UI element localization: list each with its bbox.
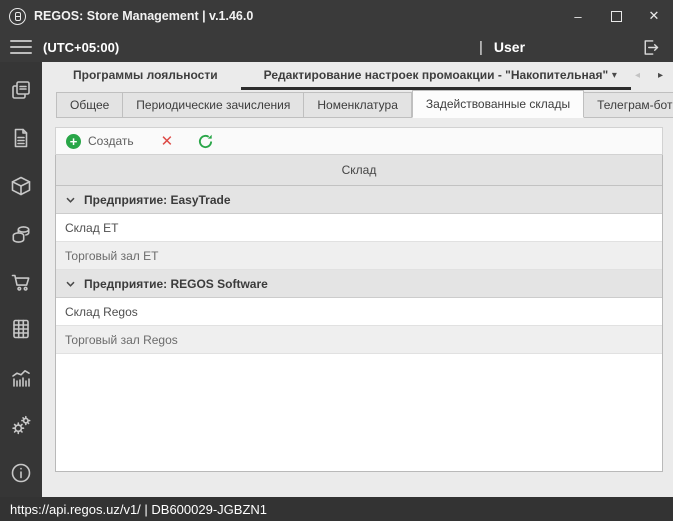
- column-header-sklad[interactable]: Склад: [56, 155, 662, 186]
- sidebar: [0, 62, 42, 497]
- tab-loyalty-programs[interactable]: Программы лояльности: [50, 62, 241, 90]
- chevron-down-icon: [66, 281, 75, 287]
- sidebar-item-loyalty[interactable]: [0, 66, 42, 114]
- grid-empty-area: [56, 354, 662, 471]
- sidebar-item-sales[interactable]: [0, 258, 42, 306]
- app-body: Программы лояльности Редактирование наст…: [0, 62, 673, 497]
- sidebar-item-settings[interactable]: [0, 401, 42, 449]
- document-tabstrip: Программы лояльности Редактирование наст…: [42, 62, 673, 90]
- regos-logo-icon: [9, 7, 26, 25]
- grid-row-sklad-regos[interactable]: Склад Regos: [56, 298, 662, 326]
- document-icon: [14, 128, 28, 148]
- sidebar-item-documents[interactable]: [0, 114, 42, 162]
- settings-icon: [12, 416, 31, 435]
- warehouses-grid: Склад Предприятие: EasyTrade Склад ET То…: [55, 155, 663, 472]
- maximize-button[interactable]: [597, 0, 635, 32]
- grid-row-torg-zal-et[interactable]: Торговый зал ET: [56, 242, 662, 270]
- tab-scroll-prev-icon[interactable]: ◂: [635, 71, 640, 81]
- status-api-url: https://api.regos.uz/v1/ | DB600029-JGBZ…: [10, 501, 268, 517]
- tab-promo-edit[interactable]: Редактирование настроек промоакции - "На…: [240, 62, 632, 90]
- copy-icon: [12, 81, 30, 99]
- refresh-icon: [199, 134, 213, 148]
- create-button-label: Создать: [88, 134, 134, 148]
- timezone-label: (UTC+05:00): [43, 39, 120, 55]
- close-button[interactable]: ✕: [635, 0, 673, 32]
- grid-row-sklad-et[interactable]: Склад ET: [56, 214, 662, 242]
- grid-row-torg-zal-regos[interactable]: Торговый зал Regos: [56, 326, 662, 354]
- minimize-button[interactable]: –: [559, 0, 597, 32]
- chevron-down-icon: [66, 197, 75, 203]
- tab-scroll-next-icon[interactable]: ▸: [658, 71, 663, 81]
- group-row-regos-software[interactable]: Предприятие: REGOS Software: [56, 270, 662, 298]
- sidebar-item-finance[interactable]: [0, 210, 42, 258]
- coins-icon: [12, 225, 30, 243]
- window-controls: – ✕: [559, 0, 673, 32]
- main-area: Программы лояльности Редактирование наст…: [42, 62, 673, 497]
- logout-icon: [644, 39, 659, 55]
- subtab-periodic-accruals[interactable]: Периодические зачисления: [123, 92, 305, 118]
- plus-icon: +: [66, 133, 81, 149]
- logout-button[interactable]: [640, 37, 661, 58]
- tab-navigation: ▾ ◂ ▸: [612, 62, 663, 90]
- close-icon: ✕: [648, 8, 660, 23]
- user-label: User: [493, 39, 526, 55]
- sidebar-item-about[interactable]: [0, 449, 42, 497]
- user-menu[interactable]: | User: [479, 39, 525, 56]
- statusbar: https://api.regos.uz/v1/ | DB600029-JGBZ…: [0, 497, 673, 521]
- table-icon: [13, 320, 29, 339]
- maximize-icon: [610, 10, 622, 22]
- app-window: REGOS: Store Management | v.1.46.0 – ✕ (…: [0, 0, 673, 521]
- warehouses-panel: + Создать ✕ Склад Предприятие: EasyTrade…: [42, 118, 673, 497]
- group-row-easytrade[interactable]: Предприятие: EasyTrade: [56, 186, 662, 214]
- user-divider: |: [479, 38, 483, 56]
- stats-icon: [12, 370, 30, 388]
- subtab-strip: Общее Периодические зачисления Номенклат…: [42, 90, 673, 118]
- subtab-warehouses[interactable]: Задействованные склады: [411, 90, 585, 118]
- titlebar: REGOS: Store Management | v.1.46.0 – ✕: [0, 0, 673, 32]
- package-icon: [11, 176, 31, 196]
- delete-button[interactable]: ✕: [161, 134, 174, 149]
- info-icon: [11, 463, 31, 483]
- cart-icon: [11, 274, 30, 291]
- hamburger-menu-icon[interactable]: [10, 40, 32, 54]
- create-button[interactable]: + Создать: [66, 133, 134, 149]
- delete-icon: ✕: [160, 132, 174, 150]
- menubar: (UTC+05:00) | User: [0, 32, 673, 62]
- sidebar-item-registers[interactable]: [0, 305, 42, 353]
- sidebar-item-reports[interactable]: [0, 353, 42, 401]
- minimize-icon: –: [574, 8, 582, 24]
- subtab-telegram-bot[interactable]: Телеграм-бот: [584, 92, 673, 118]
- subtab-nomenclature[interactable]: Номенклатура: [304, 92, 412, 118]
- grid-toolbar: + Создать ✕: [55, 127, 663, 155]
- tab-list-dropdown-icon[interactable]: ▾: [612, 71, 617, 81]
- subtab-general[interactable]: Общее: [56, 92, 124, 118]
- sidebar-item-products[interactable]: [0, 162, 42, 210]
- window-title: REGOS: Store Management | v.1.46.0: [34, 9, 254, 23]
- refresh-button[interactable]: [198, 134, 213, 149]
